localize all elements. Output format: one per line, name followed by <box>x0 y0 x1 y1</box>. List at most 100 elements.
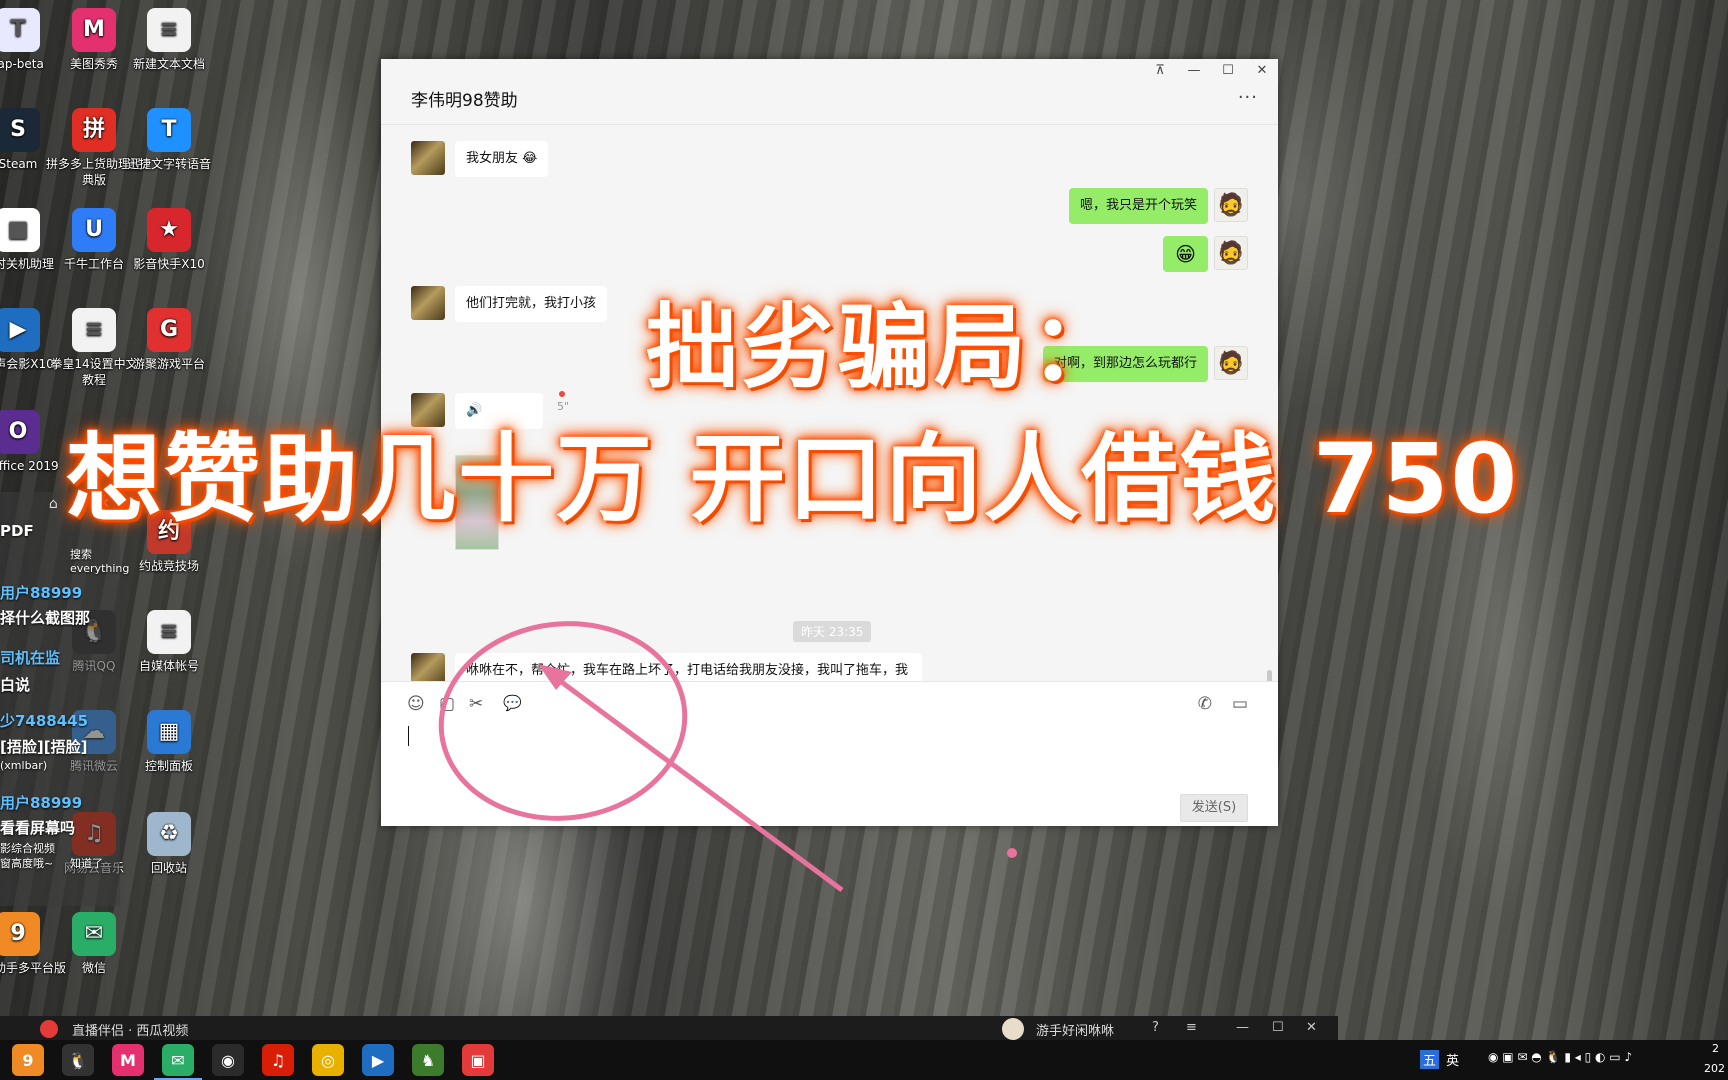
qianniu-icon: U <box>72 208 116 252</box>
live-companion-icon <box>40 1020 58 1038</box>
doc-file-icon: ≡ <box>72 308 116 352</box>
overlay-comment-line: 司机在监 <box>0 649 61 667</box>
screenshot-icon[interactable]: ✂ <box>469 694 483 714</box>
desktop-icon[interactable]: ▦ 控制面板 <box>121 710 217 774</box>
pin-icon[interactable]: ⊼ <box>1152 63 1168 78</box>
text-cursor <box>408 726 409 746</box>
desktop-icon-label: 新建文本文档 <box>132 57 205 71</box>
chat-titlebar: 李伟明98赞助 ⊼ — ☐ ✕ ··· <box>381 59 1278 125</box>
text-file-icon: ≡ <box>147 8 191 52</box>
chat-title: 李伟明98赞助 <box>411 91 518 111</box>
panel-username: 游手好闲咻咻 <box>1036 1024 1115 1039</box>
xunjie-icon: T <box>147 108 191 152</box>
recycle-bin-icon: ♻ <box>147 812 191 856</box>
clock-time[interactable]: 2 <box>1712 1042 1719 1055</box>
desktop-icon[interactable]: ≡ 新建文本文档 <box>121 8 217 72</box>
message-bubble: 他们打完就，我打小孩 <box>455 286 608 322</box>
maximize-button[interactable]: ☐ <box>1220 63 1236 78</box>
live-companion-icon[interactable]: ▣ <box>462 1044 494 1076</box>
emoji-icon[interactable]: ☺ <box>407 694 425 714</box>
tap-icon: T <box>0 8 40 52</box>
panel-button[interactable]: ✕ <box>1306 1020 1317 1035</box>
overlay-comment-line: 用户88999 <box>0 794 83 812</box>
shutdown-icon: ■ <box>0 208 40 252</box>
desktop-icon-label: 控制面板 <box>144 759 193 773</box>
my-avatar[interactable]: 🧔 <box>1214 188 1248 222</box>
user-avatar[interactable] <box>1002 1018 1024 1040</box>
desktop-icon-label: 影音快手X10 <box>133 257 205 271</box>
desktop-icon-label: 回收站 <box>150 861 187 875</box>
overlay-comment-line: 少7488445 <box>0 712 89 730</box>
desktop-icon[interactable]: ♻ 回收站 <box>121 812 217 876</box>
qq-icon[interactable]: 🐧 <box>62 1044 94 1076</box>
stream-overlay-panel: ⌂ ⚙ ✕ PDF 搜索 everything 用户88999 择什么截图那 司机在监 白说… <box>0 492 129 906</box>
ime-wubi-indicator[interactable]: 五 <box>1420 1050 1440 1069</box>
message-bubble: 我女朋友 😂 <box>455 141 549 177</box>
overlay-title-line-1: 拙劣骗局： <box>646 294 1127 401</box>
scrollbar-thumb[interactable] <box>1267 670 1272 681</box>
ime-language-indicator[interactable]: 英 <box>1446 1050 1459 1069</box>
overlay-comment-line: 白说 <box>0 676 31 694</box>
contact-avatar[interactable] <box>411 653 445 681</box>
minimize-button[interactable]: — <box>1186 63 1202 78</box>
videostudio-icon[interactable]: ▶ <box>362 1044 394 1076</box>
overlay-title-line-2: 想赞助几十万 开口向人借钱 750 <box>66 423 1520 535</box>
pdd-icon: 拼 <box>72 108 116 152</box>
obs-icon[interactable]: ◉ <box>212 1044 244 1076</box>
my-avatar[interactable]: 🧔 <box>1214 346 1248 380</box>
more-options-icon[interactable]: ··· <box>1238 87 1258 108</box>
desktop-icon[interactable]: ≡ 自媒体帐号 <box>121 610 217 674</box>
jiuyou-icon[interactable]: 9 <box>12 1044 44 1076</box>
message-input-area[interactable]: ☺ ▢ ✂ 💬 ✆ ▭ 发送(S) <box>381 681 1278 826</box>
desktop-icon[interactable]: T 迅捷文字转语音 <box>121 108 217 172</box>
panel-button[interactable]: — <box>1236 1020 1249 1035</box>
lock-icon[interactable]: ⌂ <box>49 496 58 516</box>
chrome-icon[interactable]: ◎ <box>312 1044 344 1076</box>
wechat-icon[interactable]: ✉ <box>154 1044 202 1080</box>
desktop-icon-label: 自媒体帐号 <box>138 659 199 673</box>
message-bubble: 咻咻在不，帮个忙，我车在路上坏了，打电话给我朋友没接，我叫了拖车，我支付宝里限额… <box>455 653 922 681</box>
overlay-comment-line: 用户88999 <box>0 584 83 602</box>
video-call-icon[interactable]: ▭ <box>1232 694 1248 714</box>
desktop-icon[interactable]: O 速Office 2019 <box>0 410 66 474</box>
phone-call-icon[interactable]: ✆ <box>1198 694 1212 714</box>
overlay-comment-line: 择什么截图那 <box>0 609 91 627</box>
desktop-icon-label: 迅捷文字转语音 <box>126 157 211 171</box>
desktop-icon-label: 游聚游戏平台 <box>132 357 205 371</box>
chat-history-icon[interactable]: 💬 <box>503 694 522 712</box>
desktop-icon[interactable]: ✉ 微信 <box>46 912 142 976</box>
panel-button[interactable]: ☐ <box>1272 1020 1284 1035</box>
videostudio-icon: ▶ <box>0 308 40 352</box>
contact-avatar[interactable] <box>411 141 445 175</box>
yingyin-icon: ★ <box>147 208 191 252</box>
desktop-icon-label: 微信 <box>81 961 106 975</box>
text-file-icon: ≡ <box>147 610 191 654</box>
send-button[interactable]: 发送(S) <box>1180 794 1248 822</box>
game-icon[interactable]: ♞ <box>412 1044 444 1076</box>
netease-music-icon[interactable]: ♫ <box>262 1044 294 1076</box>
steam-icon: S <box>0 108 40 152</box>
clock-date[interactable]: 202 <box>1704 1062 1725 1075</box>
desktop-icon-label: 约战竞技场 <box>138 559 199 573</box>
message-bubble: 😁 <box>1163 236 1208 272</box>
panel-title: 直播伴侣 · 西瓜视频 <box>72 1024 189 1039</box>
panel-button[interactable]: ? <box>1152 1020 1159 1035</box>
tray-icons[interactable]: ◉ ▣ ✉ ◓ 🐧 ▮ ◂ ▯ ◐ ▭ ♪ <box>1488 1050 1632 1064</box>
overlay-comment-line: 知道了 <box>70 857 103 870</box>
desktop-icon[interactable]: G 游聚游戏平台 <box>121 308 217 372</box>
meitu-icon[interactable]: M <box>112 1044 144 1076</box>
meitu-icon: M <box>72 8 116 52</box>
wechat-icon: ✉ <box>72 912 116 956</box>
live-companion-panel: 直播伴侣 · 西瓜视频 游手好闲咻咻 ? ≡ — ☐ ✕ <box>0 1016 1338 1040</box>
office-icon: O <box>0 410 40 454</box>
contact-avatar[interactable] <box>411 286 445 320</box>
panel-button[interactable]: ≡ <box>1186 1020 1197 1035</box>
overlay-comment-line: 搜索 <box>70 548 92 561</box>
close-button[interactable]: ✕ <box>1254 63 1270 78</box>
message-bubble: 嗯，我只是开个玩笑 <box>1068 188 1208 224</box>
my-avatar[interactable]: 🧔 <box>1214 236 1248 270</box>
desktop-icon[interactable]: ★ 影音快手X10 <box>121 208 217 272</box>
file-icon[interactable]: ▢ <box>439 694 455 714</box>
taskbar: 9 🐧 M ✉ ◉ ♫ ◎ ▶ ♞ ▣ 五 英 ◉ ▣ ✉ ◓ 🐧 ▮ ◂ ▯ ◐ ▭ ♪ 2 2… <box>0 1040 1728 1080</box>
window-buttons: ⊼ — ☐ ✕ <box>1152 63 1270 78</box>
